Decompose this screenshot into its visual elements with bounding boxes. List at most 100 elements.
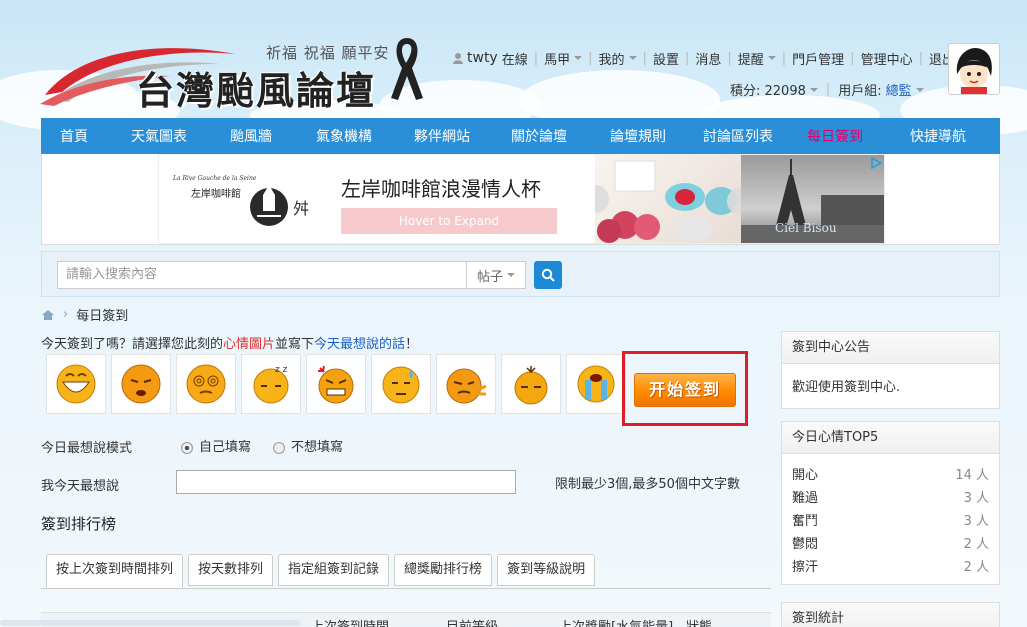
col-last-reward: 上次獎勵[水氣能量]	[559, 616, 673, 627]
nav-weather-agencies[interactable]: 氣象機構	[291, 126, 397, 146]
mood-picker: z z	[46, 354, 626, 414]
nav-about-forum[interactable]: 關於論壇	[487, 126, 591, 146]
say-limit-text: 限制最少3個,最多50個中文字數	[555, 477, 740, 492]
mood-top5-panel: 今日心情TOP5 開心 14 人 難過 3 人 奮鬥 3 人 鬱悶 2 人 擦汗 2 人	[781, 421, 1000, 585]
mood-angry-icon[interactable]	[306, 354, 366, 414]
tabs-divider	[41, 588, 771, 589]
top5-title: 今日心情TOP5	[782, 422, 999, 454]
mood-count: 3 人	[963, 514, 989, 529]
portal-admin-link[interactable]: 門戶管理	[792, 49, 844, 68]
col-status: 狀態	[686, 616, 712, 627]
my-menu[interactable]: 我的	[599, 49, 637, 68]
tab-group-records[interactable]: 指定組簽到記錄	[278, 554, 390, 586]
ad-logo-text: 左岸咖啡館	[191, 189, 241, 200]
mood-sad-icon[interactable]	[111, 354, 171, 414]
vest-menu[interactable]: 馬甲	[544, 49, 583, 68]
chevron-down-icon	[767, 56, 776, 60]
nav-home[interactable]: 首頁	[41, 126, 107, 146]
ad-banner[interactable]: La Rive Gauche de la Seine 左岸咖啡館 ⾇ 左岸咖啡館…	[158, 154, 885, 244]
site-logo[interactable]: 祈福 祝福 願平安 台灣颱風論壇	[40, 34, 430, 113]
search-type-label: 帖子	[476, 269, 503, 285]
cartoon-avatar-image	[949, 44, 999, 94]
points-menu[interactable]: 積分: 22098	[730, 80, 818, 99]
user-stats: 積分: 22098 | 用戶組: 總監	[730, 80, 924, 99]
chevron-down-icon	[915, 87, 924, 92]
mood-count: 14 人	[955, 468, 989, 483]
notice-title: 簽到中心公告	[782, 332, 999, 364]
user-group-menu[interactable]: 用戶組: 總監	[838, 80, 924, 99]
ad-choices-icon[interactable]	[870, 157, 882, 169]
nav-daily-signin[interactable]: 每日簽到	[791, 126, 879, 146]
mood-happy-icon[interactable]	[46, 354, 106, 414]
search-type-select[interactable]: 帖子	[466, 261, 526, 289]
black-ribbon-icon	[391, 38, 423, 100]
table-header-scrollbar[interactable]	[0, 620, 300, 626]
mood-struggle-icon[interactable]	[436, 354, 496, 414]
say-input[interactable]	[176, 470, 516, 494]
breadcrumb: › 每日簽到	[41, 305, 128, 324]
mode-label: 今日最想說模式	[41, 441, 133, 456]
mood-name: 鬱悶	[792, 537, 819, 552]
mood-depressed-icon[interactable]	[501, 354, 561, 414]
mood-dizzy-icon[interactable]	[176, 354, 236, 414]
ad-title: 左岸咖啡館浪漫情人杯	[341, 177, 541, 201]
user-link[interactable]: twty 在線	[452, 49, 528, 68]
ad-eiffel-image: Ciel Bisou	[741, 155, 884, 243]
mood-name: 難過	[792, 491, 819, 506]
mood-sweat-icon[interactable]	[371, 354, 431, 414]
start-signin-button[interactable]: 开始签到	[634, 373, 736, 407]
prompt-text-3: ！	[405, 337, 419, 352]
tab-by-days[interactable]: 按天數排列	[188, 554, 274, 586]
avatar[interactable]	[948, 43, 1000, 95]
settings-link[interactable]: 設置	[653, 49, 679, 68]
mode-option-none[interactable]: 不想填寫	[273, 436, 343, 455]
mode-option-self-label: 自己填寫	[199, 440, 252, 455]
nav-typhoon-wall[interactable]: 颱風牆	[211, 126, 291, 146]
nav-forum-rules[interactable]: 論壇規則	[591, 126, 685, 146]
main-nav: 首頁 天氣圖表 颱風牆 氣象機構 夥伴網站 關於論壇 論壇規則 討論區列表 每日…	[41, 118, 1000, 154]
admin-center-link[interactable]: 管理中心	[861, 49, 913, 68]
stats-title: 簽到統計	[782, 603, 999, 627]
nav-quick-navigation[interactable]: 快捷導航	[879, 126, 997, 146]
mood-crying-icon[interactable]	[566, 354, 626, 414]
mood-sleepy-icon[interactable]: z z	[241, 354, 301, 414]
nav-weather-charts[interactable]: 天氣圖表	[107, 126, 211, 146]
banner-area: La Rive Gauche de la Seine 左岸咖啡館 ⾇ 左岸咖啡館…	[41, 154, 1000, 245]
ranking-title: 簽到排行榜	[41, 515, 117, 533]
mode-option-none-label: 不想填寫	[291, 440, 344, 455]
header: 祈福 祝福 願平安 台灣颱風論壇 twty 在線 | 馬甲 | 我的 | 設置 …	[0, 0, 1027, 118]
breadcrumb-current: 每日簽到	[76, 309, 129, 324]
tab-by-last-signin[interactable]: 按上次簽到時間排列	[46, 554, 184, 588]
ad-hover-expand[interactable]: Hover to Expand	[341, 208, 557, 234]
chevron-down-icon	[574, 56, 583, 60]
nav-partner-sites[interactable]: 夥伴網站	[397, 126, 487, 146]
search-icon	[541, 268, 555, 282]
prompt-text-2: 並寫下	[275, 337, 315, 352]
home-icon[interactable]	[41, 309, 55, 321]
group-value: 總監	[885, 84, 912, 99]
user-toolbar: twty 在線 | 馬甲 | 我的 | 設置 | 消息 | 提醒 | 門戶管理 …	[452, 48, 955, 68]
mood-count: 2 人	[963, 537, 989, 552]
messages-link[interactable]: 消息	[695, 49, 721, 68]
search-button[interactable]	[534, 261, 562, 289]
tab-total-rewards[interactable]: 總獎勵排行榜	[394, 554, 493, 586]
chevron-down-icon	[507, 273, 515, 277]
nav-forum-list[interactable]: 討論區列表	[685, 126, 791, 146]
ranking-tabs: 按上次簽到時間排列 按天數排列 指定組簽到記錄 總獎勵排行榜 簽到等級說明	[46, 554, 596, 588]
notice-panel: 簽到中心公告 歡迎使用簽到中心.	[781, 331, 1000, 409]
username: twty	[467, 50, 498, 66]
svg-text:z z: z z	[275, 365, 288, 375]
reminders-label: 提醒	[737, 52, 764, 68]
ranking-table-header: 上次簽到時間 目前等級 上次獎勵[水氣能量] 狀態	[0, 612, 771, 627]
search-input[interactable]: 請輸入搜索內容	[57, 261, 466, 289]
ad-logo-small-text: La Rive Gauche de la Seine	[173, 175, 257, 182]
top5-list: 開心 14 人 難過 3 人 奮鬥 3 人 鬱悶 2 人 擦汗 2 人	[782, 454, 999, 589]
tab-level-info[interactable]: 簽到等級說明	[497, 554, 596, 586]
ad-product-image	[595, 155, 741, 243]
mode-option-self[interactable]: 自己填寫	[181, 436, 251, 455]
col-current-level: 目前等級	[446, 616, 498, 627]
chevron-down-icon	[809, 87, 818, 92]
reminders-menu[interactable]: 提醒	[738, 49, 776, 68]
site-title: 台灣颱風論壇	[136, 69, 377, 113]
list-item: 開心 14 人	[792, 462, 989, 485]
